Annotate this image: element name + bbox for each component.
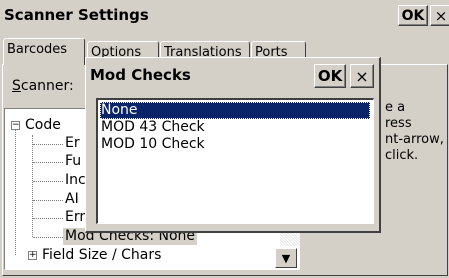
window-title: Scanner Settings bbox=[4, 6, 149, 24]
tree-item-field-size[interactable]: Field Size / Chars bbox=[42, 247, 161, 264]
tree-item[interactable]: Er bbox=[65, 135, 80, 152]
tree-item[interactable]: Err bbox=[65, 209, 85, 226]
main-title-bar: Scanner Settings bbox=[0, 0, 449, 30]
expand-icon[interactable]: + bbox=[28, 251, 37, 260]
list-item-none[interactable]: None bbox=[100, 102, 370, 119]
tree-connector bbox=[33, 218, 63, 219]
tab-barcodes[interactable]: Barcodes bbox=[3, 38, 85, 65]
tree-connector bbox=[33, 162, 63, 163]
help-line: nt-arrow, bbox=[385, 132, 444, 147]
mod-checks-dialog: Mod Checks OK × None MOD 43 Check MOD 10… bbox=[85, 57, 381, 233]
tree-connector bbox=[33, 237, 63, 238]
close-button[interactable]: × bbox=[430, 5, 449, 26]
scanner-label-rest: canner: bbox=[20, 78, 74, 94]
scanner-label: Scanner: bbox=[12, 78, 74, 94]
help-line: e a bbox=[385, 100, 406, 115]
tree-connector bbox=[32, 135, 33, 237]
list-item-mod10[interactable]: MOD 10 Check bbox=[100, 136, 370, 153]
dropdown-arrow-icon[interactable]: ▼ bbox=[275, 248, 297, 268]
tree-item-code[interactable]: Code bbox=[25, 117, 61, 134]
list-item-mod43[interactable]: MOD 43 Check bbox=[100, 119, 370, 136]
help-line: ress bbox=[385, 116, 412, 131]
help-text: e a ress nt-arrow, click. bbox=[385, 100, 447, 164]
dialog-ok-button[interactable]: OK bbox=[314, 64, 346, 88]
scanner-label-mnemonic: S bbox=[12, 78, 21, 94]
tree-connector bbox=[15, 125, 16, 255]
tree-connector bbox=[33, 200, 63, 201]
tree-connector bbox=[33, 144, 63, 145]
tree-connector bbox=[33, 181, 63, 182]
mod-checks-list[interactable]: None MOD 43 Check MOD 10 Check bbox=[96, 98, 374, 224]
tree-item[interactable]: AI bbox=[65, 191, 79, 208]
tree-item[interactable]: Fu bbox=[65, 153, 81, 170]
ok-button[interactable]: OK bbox=[398, 5, 428, 26]
help-line: click. bbox=[385, 148, 419, 163]
tree-item[interactable]: Inc bbox=[65, 172, 86, 189]
dialog-close-button[interactable]: × bbox=[350, 64, 374, 88]
dialog-title: Mod Checks bbox=[90, 66, 191, 84]
collapse-icon[interactable]: − bbox=[11, 121, 20, 130]
